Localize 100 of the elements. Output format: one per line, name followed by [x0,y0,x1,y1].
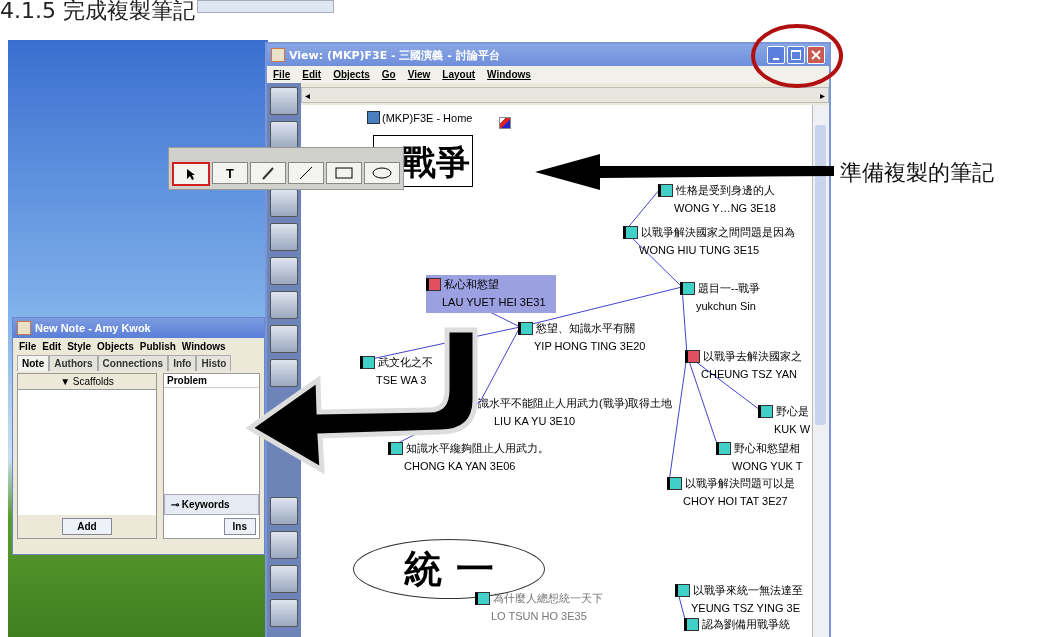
rectangle-icon [335,167,353,179]
note-title: 以戰爭去解決國家之 [703,349,802,363]
tool-button[interactable] [270,87,298,115]
note[interactable]: 為什麼人總想統一天下 LO TSUN HO 3E35 [475,591,603,623]
pointer-icon [186,168,196,180]
horizontal-scrollbar[interactable]: ◂ ▸ [301,87,829,103]
note-title: 私心和慾望 [444,277,499,291]
tool-button[interactable] [270,257,298,285]
note-author: CHONG KA YAN 3E06 [404,459,516,473]
note-author: TSE WA 3 [376,373,427,387]
note[interactable]: 以戰爭解決問題可以是 CHOY HOI TAT 3E27 [667,476,795,508]
note-title: 以戰爭解決問題可以是 [685,476,795,490]
note-title: 知識水平纔夠阻止人用武力。 [406,441,549,455]
insert-button[interactable]: Ins [223,518,256,535]
note-title: 武文化之不 [378,355,433,369]
note[interactable]: 野心是 KUK W [758,404,811,436]
window-title: New Note - Amy Kwok [35,322,151,334]
maximize-button[interactable] [787,46,805,64]
note-author: CHOY HOI TAT 3E27 [683,494,788,508]
brush-tool[interactable] [250,162,286,184]
note[interactable]: 野心和慾望相 WONG YUK T [716,441,803,473]
menu-item[interactable]: View [407,69,431,80]
note[interactable]: 私心和慾望 LAU YUET HEI 3E31 [426,275,556,313]
menu-item[interactable]: Objects [333,69,370,80]
menu-item[interactable]: File [273,69,291,80]
close-button[interactable] [807,46,825,64]
tab[interactable]: Info [168,355,197,371]
note-title: 題目一--戰爭 [698,281,761,295]
menu-item[interactable]: File [19,341,37,352]
tool-button[interactable] [270,189,298,217]
note-title: 慾望、知識水平有關 [536,321,635,335]
tool-button[interactable] [270,531,298,559]
note-title: 野心和慾望相 [734,441,800,455]
menu-item[interactable]: Style [67,341,92,352]
minimize-button[interactable] [767,46,785,64]
add-button[interactable]: Add [62,518,112,535]
tool-button[interactable] [270,325,298,353]
note[interactable]: 慾望、知識水平有關 YIP HONG TING 3E20 [518,321,646,353]
ellipse-icon [372,167,392,179]
menu-item[interactable]: Windows [181,341,226,352]
note-author: YEUNG TSZ YING 3E [691,601,800,615]
menu-item[interactable]: Go [381,69,396,80]
line-icon [299,166,313,180]
note-author: yukchun Sin [696,299,756,313]
note[interactable]: 以戰爭來統一無法達至 YEUNG TSZ YING 3E [675,583,803,615]
scaffolds-header[interactable]: ▼ Scaffolds [18,374,156,390]
note[interactable]: 知識水平纔夠阻止人用武力。 CHONG KA YAN 3E06 [388,441,549,473]
note-author: WONG HIU TUNG 3E15 [639,243,760,257]
tool-button[interactable] [270,497,298,525]
note[interactable]: 武文化之不 TSE WA 3 [360,355,433,387]
note-author: LIU KA YU 3E10 [494,414,576,428]
note[interactable]: 識水平不能阻止人用武力(戰爭)取得土地 LIU KA YU 3E10 [478,396,673,428]
pointer-tool[interactable] [172,162,210,186]
menu-item[interactable]: Edit [302,69,322,80]
app-icon [271,48,285,62]
window-title: View: (MKP)F3E - 三國演義 - 討論平台 [289,47,500,63]
menu-item[interactable]: Layout [442,69,476,80]
note-author: WONG YUK T [732,459,803,473]
note[interactable]: 以戰爭解決國家之間問題是因為 WONG HIU TUNG 3E15 [623,225,795,257]
tool-button[interactable] [270,359,298,387]
menu-item[interactable]: Objects [97,341,134,352]
note-title: 認為劉備用戰爭統 [702,617,790,631]
note-author: YIP HONG TING 3E20 [534,339,646,353]
tab[interactable]: Authors [49,355,98,371]
app-icon [17,321,31,335]
tool-button[interactable] [270,291,298,319]
note[interactable]: 認為劉備用戰爭統 [684,617,790,631]
close-icon [810,49,822,61]
keywords-button[interactable]: ⊸ Keywords [164,494,259,515]
note-author: LAU YUET HEI 3E31 [442,295,546,309]
note-title: 野心是 [776,404,809,418]
note-title: 性格是受到身邊的人 [676,183,775,197]
vertical-scrollbar[interactable] [812,105,829,637]
tab[interactable]: Note [17,355,50,371]
text-tool[interactable]: T [212,162,248,184]
note-author: LO TSUN HO 3E35 [491,609,587,623]
menu-item[interactable]: Publish [139,341,176,352]
note-title: 以戰爭解決國家之間問題是因為 [641,225,795,239]
section-heading: 4.1.5 完成複製筆記 [0,0,195,22]
tab[interactable]: Histo [196,355,232,371]
note-title: 為什麼人總想統一天下 [493,591,603,605]
tool-button[interactable] [270,121,298,149]
ellipse-tool[interactable] [364,162,400,184]
tool-button[interactable] [270,599,298,627]
note-author: WONG Y…NG 3E18 [674,201,776,215]
menu-item[interactable]: Edit [42,341,62,352]
menu-item[interactable]: Windows [487,69,531,80]
problem-label: Problem [164,374,259,388]
note-title: 以戰爭來統一無法達至 [693,583,803,597]
rect-tool[interactable] [326,162,362,184]
home-link[interactable]: (MKP)F3E - Home [367,111,473,124]
note[interactable]: 以戰爭去解決國家之 CHEUNG TSZ YAN [685,349,802,381]
note[interactable]: 題目一--戰爭 yukchun Sin [680,281,761,313]
note-author: KUK W [774,422,811,436]
brush-icon [261,166,275,180]
note[interactable]: 性格是受到身邊的人 WONG Y…NG 3E18 [658,183,776,215]
tool-button[interactable] [270,565,298,593]
tab[interactable]: Connections [97,355,169,371]
callout-label: 準備複製的筆記 [840,159,994,187]
tool-button[interactable] [270,223,298,251]
